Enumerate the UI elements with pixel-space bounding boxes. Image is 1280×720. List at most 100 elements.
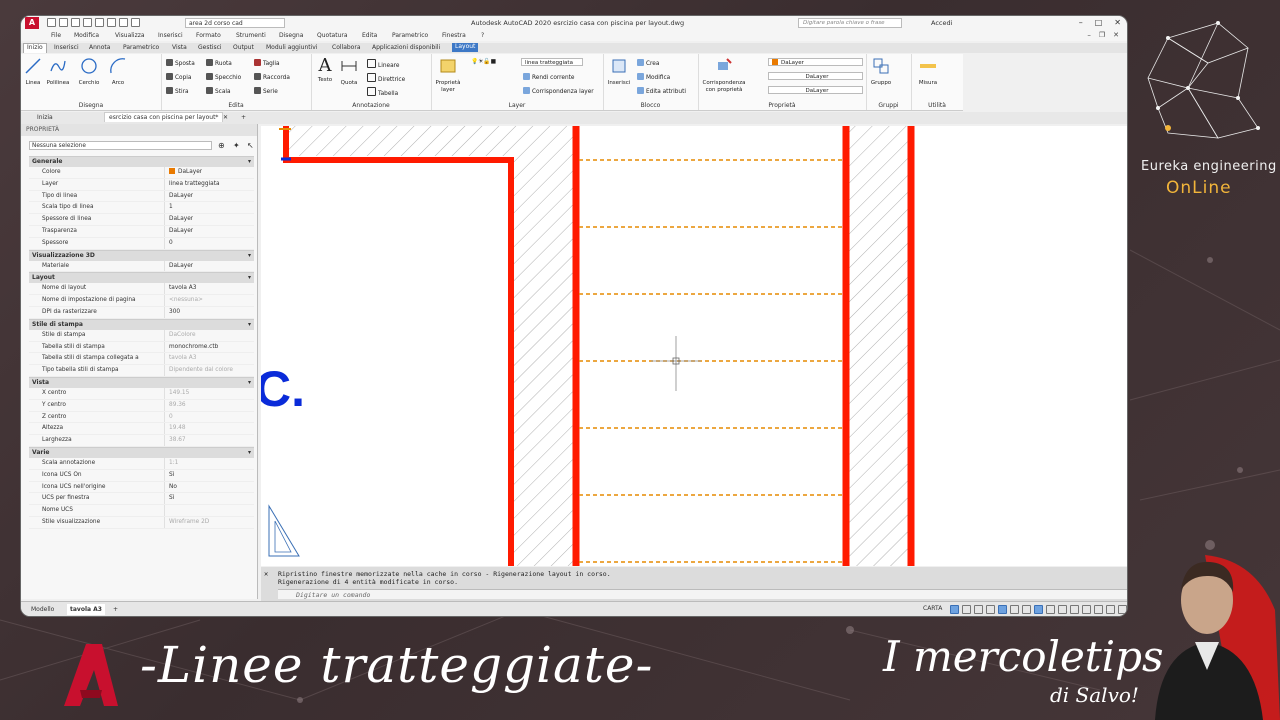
proprieta-layer-button[interactable]: Proprietà layer (433, 57, 463, 94)
tab-output[interactable]: Output (230, 44, 257, 51)
scala-button[interactable]: Scala (206, 87, 231, 95)
linea-button[interactable]: Linea (23, 57, 43, 87)
workspace-dropdown[interactable]: area 2d corso cad (185, 18, 285, 28)
ortho-icon[interactable] (974, 605, 983, 614)
sposta-button[interactable]: Sposta (166, 59, 195, 67)
tab-inizia[interactable]: Inizia (37, 114, 53, 121)
doc-minimize-icon[interactable]: – (1087, 31, 1091, 39)
menu-formato[interactable]: Formato (196, 32, 221, 39)
property-value[interactable]: Dipendente dal colore (165, 365, 233, 376)
tab-layout[interactable]: Layout (452, 43, 479, 52)
property-row[interactable]: Stile visualizzazione Wireframe 2D (29, 516, 254, 529)
corrispondenza-layer-button[interactable]: Corrispondenza layer (523, 87, 594, 95)
minimize-icon[interactable]: – (1079, 18, 1083, 27)
property-row[interactable]: Scala tipo di linea 1 (29, 202, 254, 215)
property-value[interactable]: 1:1 (165, 458, 178, 469)
tab-vista[interactable]: Vista (169, 44, 190, 51)
isolate-icon[interactable] (1082, 605, 1091, 614)
corrispondenza-proprieta-button[interactable]: Corrispondenza con proprietà (700, 57, 748, 94)
doc-restore-icon[interactable]: ❐ (1099, 31, 1105, 39)
ruota-button[interactable]: Ruota (206, 59, 232, 67)
specchio-button[interactable]: Specchio (206, 73, 241, 81)
modifica-blocco-button[interactable]: Modifica (637, 73, 670, 81)
new-icon[interactable] (47, 18, 56, 27)
tab-parametrico[interactable]: Parametrico (120, 44, 162, 51)
tabella-button[interactable]: Tabella (367, 87, 398, 97)
property-row[interactable]: Altezza 19.48 (29, 423, 254, 436)
property-row[interactable]: Scala annotazione 1:1 (29, 457, 254, 470)
raccorda-button[interactable]: Raccorda (254, 73, 290, 81)
crea-button[interactable]: Crea (637, 59, 659, 67)
property-value[interactable]: DaLayer (165, 167, 202, 178)
menu-quotatura[interactable]: Quotatura (317, 32, 348, 39)
edita-attributi-button[interactable]: Edita attributi (637, 87, 686, 95)
close-icon[interactable]: ✕ (1114, 18, 1121, 27)
tab-applicazioni[interactable]: Applicazioni disponibili (369, 44, 443, 51)
properties-section-header[interactable]: Layout (29, 272, 254, 284)
property-row[interactable]: Nome UCS (29, 505, 254, 517)
testo-button[interactable]: A Testo (315, 57, 335, 84)
tab-inserisci[interactable]: Inserisci (51, 44, 82, 51)
copia-button[interactable]: Copia (166, 73, 191, 81)
property-value[interactable]: tavola A3 (165, 283, 196, 294)
menu-parametrico[interactable]: Parametrico (392, 32, 428, 39)
property-value[interactable]: DaColore (165, 330, 196, 341)
gruppi-panel-title[interactable]: Gruppi (866, 102, 911, 109)
properties-section-header[interactable]: Generale (29, 156, 254, 167)
property-row[interactable]: Y centro 89.36 (29, 399, 254, 412)
property-row[interactable]: UCS per finestra Sì (29, 493, 254, 506)
otrack-icon[interactable] (1010, 605, 1019, 614)
property-row[interactable]: Icona UCS nell'origine No (29, 481, 254, 494)
tab-annota[interactable]: Annota (86, 44, 113, 51)
select-objects-icon[interactable]: ✦ (233, 141, 240, 150)
lineweight-dropdown[interactable]: DaLayer (768, 86, 863, 94)
annotation-icon[interactable] (1058, 605, 1067, 614)
properties-section-header[interactable]: Vista (29, 376, 254, 388)
property-value[interactable]: 89.36 (165, 400, 186, 411)
property-row[interactable]: Stile di stampa DaColore (29, 329, 254, 342)
misura-button[interactable]: Misura (915, 57, 941, 87)
taglia-button[interactable]: Taglia (254, 59, 280, 67)
open-web-icon[interactable] (95, 18, 104, 27)
property-value[interactable]: 0 (165, 238, 173, 249)
add-layout-icon[interactable]: + (113, 606, 118, 613)
color-dropdown[interactable]: DaLayer (768, 58, 863, 66)
hatch-wall-right[interactable] (846, 126, 911, 566)
polilinea-button[interactable]: Polilinea (43, 57, 73, 87)
property-row[interactable]: Colore DaLayer (29, 167, 254, 179)
property-row[interactable]: Materiale DaLayer (29, 260, 254, 273)
drawing-text[interactable]: C. (261, 361, 305, 417)
properties-section-header[interactable]: Visualizzazione 3D (29, 249, 254, 261)
maximize-icon[interactable]: □ (1095, 18, 1103, 27)
arco-button[interactable]: Arco (107, 57, 129, 87)
layer-dropdown[interactable]: linea tratteggiata (521, 58, 583, 66)
new-tab-icon[interactable]: + (241, 114, 246, 121)
selection-cycling-icon[interactable] (1046, 605, 1055, 614)
open-icon[interactable] (59, 18, 68, 27)
search-input[interactable]: Digitare parola chiave o frase (798, 18, 902, 28)
lineweight-icon[interactable] (1022, 605, 1031, 614)
edita-panel-title[interactable]: Edita (161, 102, 311, 109)
clean-screen-icon[interactable] (1106, 605, 1115, 614)
lineare-button[interactable]: Lineare (367, 59, 399, 69)
rendi-corrente-button[interactable]: Rendi corrente (523, 73, 575, 81)
transparency-icon[interactable] (1034, 605, 1043, 614)
quick-select-icon[interactable]: ⊕ (218, 141, 225, 150)
property-row[interactable]: Z centro 0 (29, 411, 254, 424)
grid-icon[interactable] (950, 605, 959, 614)
tab-collabora[interactable]: Collabora (329, 44, 364, 51)
property-value[interactable]: 149.15 (165, 388, 189, 399)
property-row[interactable]: Tipo di linea DaLayer (29, 190, 254, 203)
direttrice-button[interactable]: Direttrice (367, 73, 405, 83)
workspace-icon[interactable] (1070, 605, 1079, 614)
customization-icon[interactable] (1118, 605, 1127, 614)
redo-icon[interactable] (131, 18, 140, 27)
dashed-lines[interactable] (579, 159, 843, 563)
property-value[interactable]: DaLayer (165, 261, 193, 272)
property-row[interactable]: Tabella stili di stampa monochrome.ctb (29, 341, 254, 354)
tab-inizio[interactable]: Inizio (23, 43, 47, 53)
menu-modifica[interactable]: Modifica (74, 32, 99, 39)
property-value[interactable]: DaLayer (165, 226, 193, 237)
property-row[interactable]: Nome di impostazione di pagina <nessuna> (29, 295, 254, 307)
command-close-icon[interactable]: ✕ (264, 570, 268, 578)
